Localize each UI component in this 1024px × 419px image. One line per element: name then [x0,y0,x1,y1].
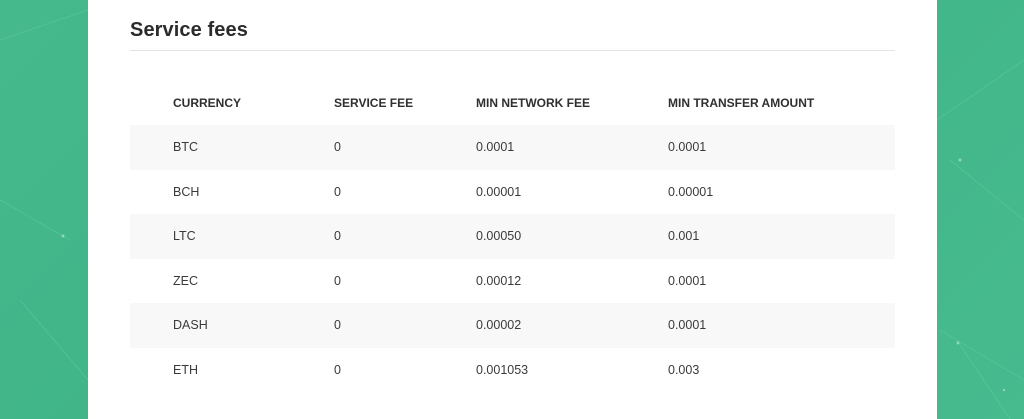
table-row: LTC 0 0.00050 0.001 [130,214,895,259]
cell-currency: ETH [173,362,198,377]
cell-min-network-fee: 0.00001 [476,184,522,199]
table-row: DASH 0 0.00002 0.0001 [130,303,895,348]
cell-service-fee: 0 [334,184,341,199]
table-row: BCH 0 0.00001 0.00001 [130,169,895,214]
cell-min-transfer-amount: 0.001 [668,229,700,244]
service-fees-table: CURRENCY SERVICE FEE MIN NETWORK FEE MIN… [130,80,895,392]
cell-service-fee: 0 [334,318,341,333]
title-divider [130,50,895,51]
cell-service-fee: 0 [334,273,341,288]
cell-currency: ZEC [173,273,198,288]
cell-min-network-fee: 0.0001 [476,140,515,155]
cell-service-fee: 0 [334,229,341,244]
cell-currency: LTC [173,229,196,244]
table-header-row: CURRENCY SERVICE FEE MIN NETWORK FEE MIN… [130,80,895,125]
table-row: ETH 0 0.001053 0.003 [130,347,895,392]
column-header-min-transfer-amount: MIN TRANSFER AMOUNT [668,95,815,110]
cell-currency: DASH [173,318,208,333]
cell-service-fee: 0 [334,362,341,377]
cell-min-network-fee: 0.00050 [476,229,522,244]
cell-min-transfer-amount: 0.0001 [668,273,707,288]
cell-min-transfer-amount: 0.0001 [668,140,707,155]
cell-min-transfer-amount: 0.003 [668,362,700,377]
column-header-min-network-fee: MIN NETWORK FEE [476,95,590,110]
cell-currency: BTC [173,140,198,155]
table-row: BTC 0 0.0001 0.0001 [130,125,895,170]
section-title: Service fees [130,19,248,41]
cell-currency: BCH [173,184,200,199]
cell-min-network-fee: 0.001053 [476,362,529,377]
cell-min-network-fee: 0.00012 [476,273,522,288]
cell-min-transfer-amount: 0.00001 [668,184,714,199]
cell-min-network-fee: 0.00002 [476,318,522,333]
cell-service-fee: 0 [334,140,341,155]
column-header-service-fee: SERVICE FEE [334,95,414,110]
table-row: ZEC 0 0.00012 0.0001 [130,258,895,303]
cell-min-transfer-amount: 0.0001 [668,318,707,333]
service-fees-card: Service fees CURRENCY SERVICE FEE MIN NE… [88,0,937,419]
column-header-currency: CURRENCY [173,95,242,110]
